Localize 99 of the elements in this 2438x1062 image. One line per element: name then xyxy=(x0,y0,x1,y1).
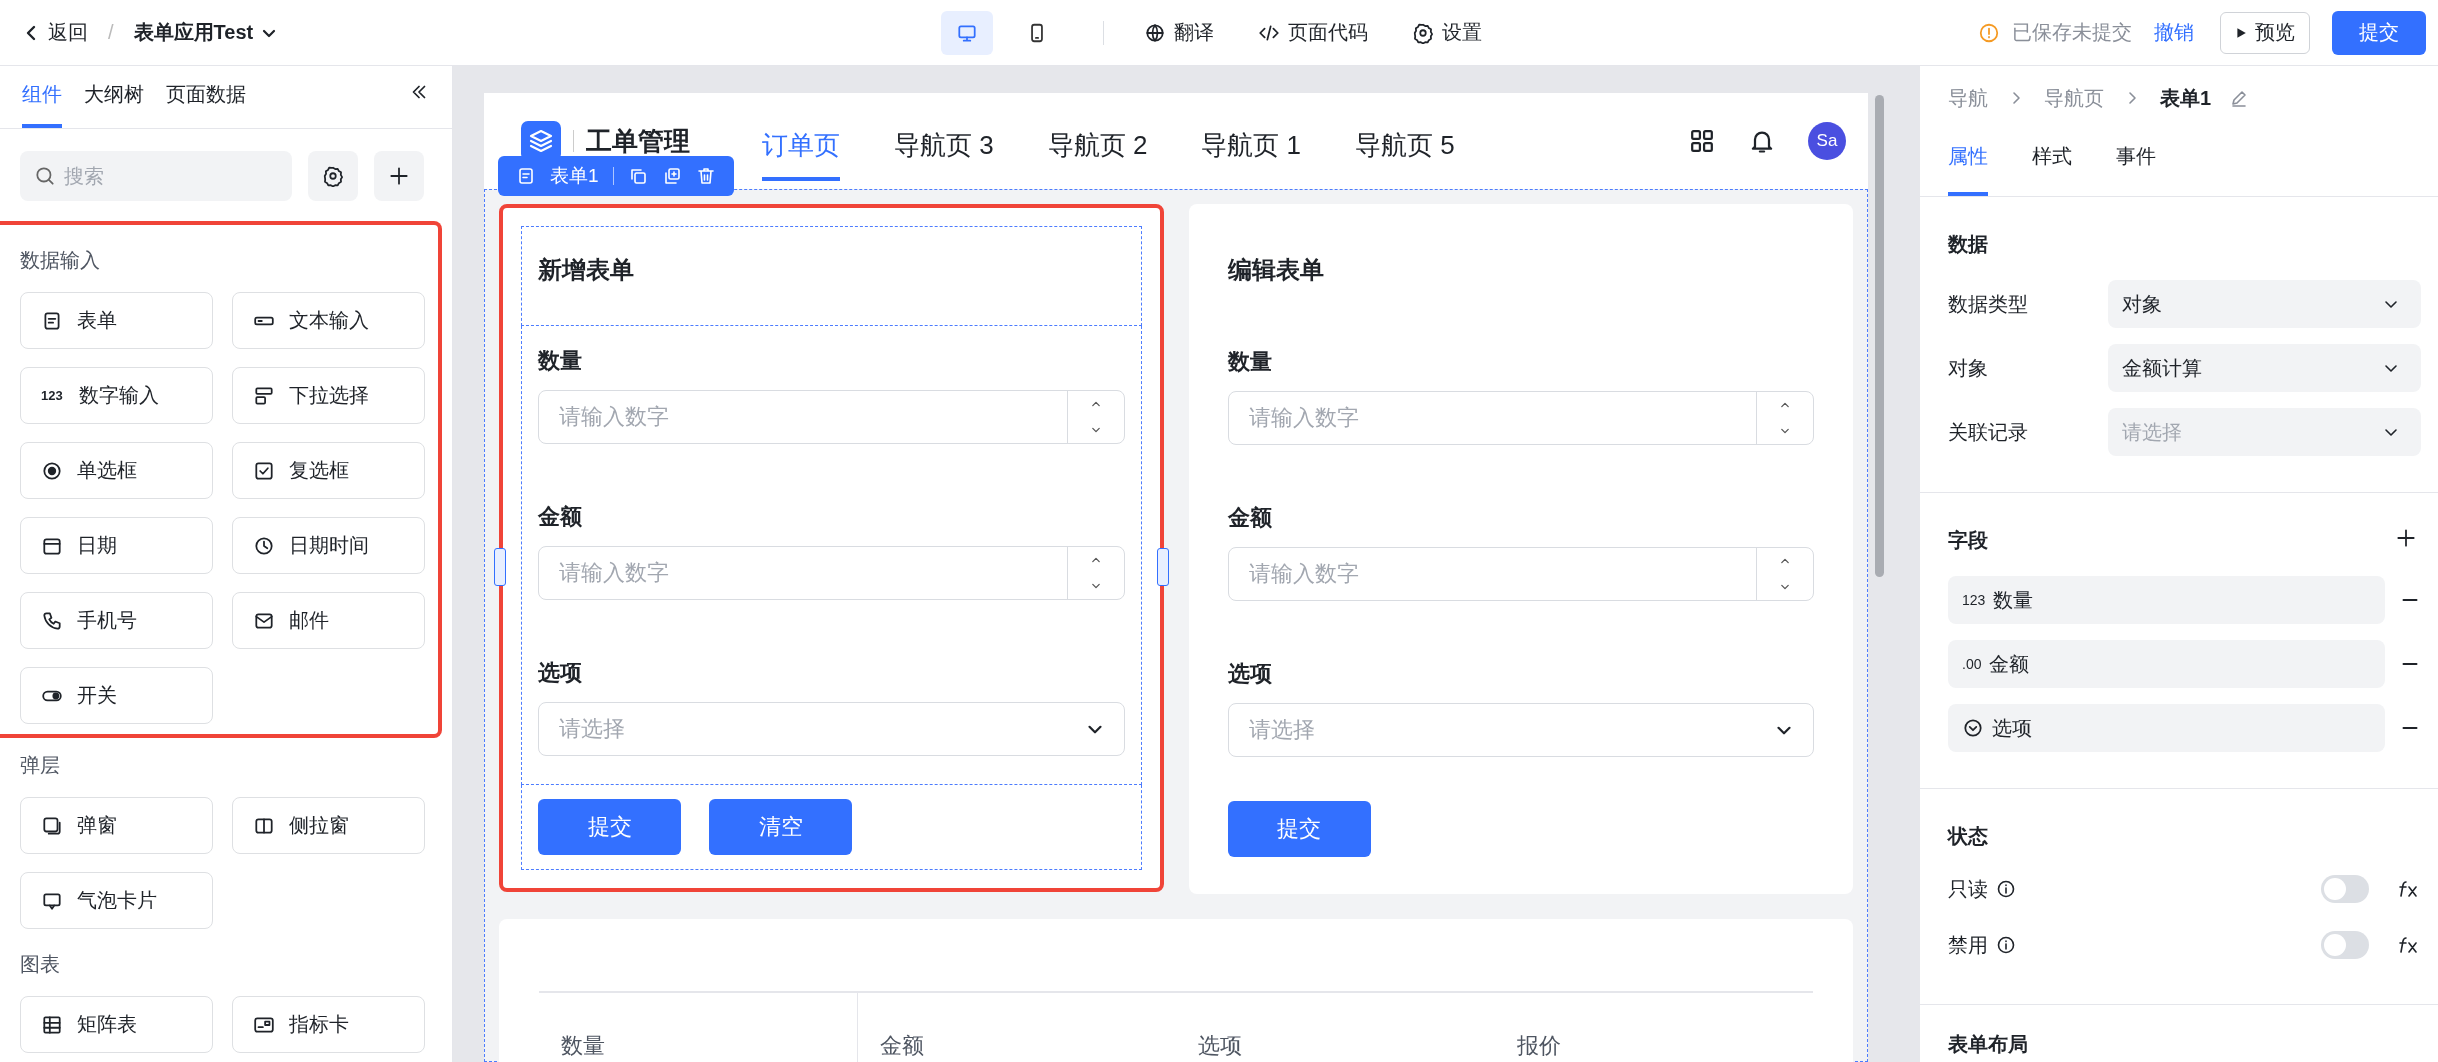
component-item[interactable]: 表单 xyxy=(20,292,213,349)
grid-icon[interactable] xyxy=(1688,127,1716,155)
toggle-switch[interactable] xyxy=(2321,875,2369,903)
field-label: 数量 xyxy=(538,347,583,375)
phone-icon xyxy=(41,609,63,632)
section-title: 字段 xyxy=(1948,528,1988,553)
translate-button[interactable]: 翻译 xyxy=(1143,19,1214,46)
panel-tab[interactable]: 组件 xyxy=(22,81,62,128)
column-header: 金额 xyxy=(878,1032,925,1060)
field-label: 选项 xyxy=(1227,660,1273,688)
field-label: 选项 xyxy=(538,659,583,687)
settings-icon xyxy=(1411,21,1434,44)
column-header: 数量 xyxy=(539,993,858,1062)
property-select[interactable]: 对象 xyxy=(2108,280,2421,328)
breadcrumb-item: 表单1 xyxy=(2160,85,2212,111)
component-item[interactable]: 矩阵表 xyxy=(20,996,213,1053)
avatar[interactable]: Sa xyxy=(1808,122,1846,160)
form-button[interactable]: 提交 xyxy=(1227,801,1371,857)
play-icon xyxy=(2235,26,2247,39)
settings-icon xyxy=(322,165,344,187)
nav-tab[interactable]: 导航页 1 xyxy=(1201,101,1302,181)
property-tab[interactable]: 事件 xyxy=(2116,143,2156,196)
settings-button[interactable] xyxy=(308,151,358,201)
panel-tab[interactable]: 页面数据 xyxy=(166,81,246,128)
app-title-dropdown[interactable]: 表单应用Test xyxy=(133,19,280,46)
section-title: 状态 xyxy=(1948,824,1989,849)
component-item[interactable]: 弹窗 xyxy=(20,797,213,854)
panel-tab[interactable]: 大纲树 xyxy=(84,81,144,128)
undo-link[interactable]: 撤销 xyxy=(2154,19,2194,46)
add-button[interactable] xyxy=(374,151,424,201)
component-item[interactable]: 邮件 xyxy=(232,592,425,649)
component-item[interactable]: 侧拉窗 xyxy=(232,797,425,854)
field-label: 金额 xyxy=(1227,504,1273,532)
property-label: 对象 xyxy=(1948,355,1989,381)
settings-button[interactable]: 设置 xyxy=(1411,19,1482,46)
info-icon xyxy=(1996,879,2016,899)
submit-button[interactable]: 提交 xyxy=(2332,10,2426,55)
section-title: 数据 xyxy=(1948,232,1989,257)
section-title: 表单布局 xyxy=(1948,1032,2029,1057)
resize-handle[interactable] xyxy=(1156,548,1169,586)
property-label: 关联记录 xyxy=(1948,419,2029,445)
column-header: 报价 xyxy=(1515,1032,1562,1060)
save-status: 已保存未提交 xyxy=(2012,20,2132,45)
delete-icon[interactable] xyxy=(695,166,716,186)
info-icon xyxy=(1996,935,2016,955)
group-title: 图表 xyxy=(20,952,61,977)
document-icon xyxy=(516,166,536,186)
preview-button[interactable]: 预览 xyxy=(2220,11,2310,54)
add-icon[interactable] xyxy=(2395,527,2417,549)
property-label: 数据类型 xyxy=(1948,291,2029,317)
component-item[interactable]: 气泡卡片 xyxy=(20,872,213,929)
field-item[interactable]: .00 金额 xyxy=(1948,640,2385,688)
search-icon xyxy=(34,165,56,187)
component-item[interactable]: 单选框 xyxy=(20,442,213,499)
checkbox-icon xyxy=(253,459,275,482)
resize-handle[interactable] xyxy=(494,548,506,586)
component-item[interactable]: 123 数字输入 xyxy=(20,367,213,424)
field-label: 金额 xyxy=(538,503,583,531)
form-title: 编辑表单 xyxy=(1227,255,1324,285)
group-title: 弹层 xyxy=(20,753,61,778)
toggle-switch[interactable] xyxy=(2321,931,2369,959)
toggle-label: 只读 xyxy=(1948,876,1988,902)
nav-tab[interactable]: 导航页 3 xyxy=(894,101,994,181)
column-header: 选项 xyxy=(1197,1032,1243,1060)
field-item[interactable]: 123 数量 xyxy=(1948,576,2385,624)
property-select[interactable]: 金额计算 xyxy=(2108,344,2421,392)
scrollbar[interactable] xyxy=(1875,95,1884,577)
form-title: 新增表单 xyxy=(538,255,634,285)
chevron-circle-icon xyxy=(1962,717,1984,739)
property-tab[interactable]: 样式 xyxy=(2032,143,2072,196)
nav-tab[interactable]: 导航页 2 xyxy=(1047,101,1148,181)
nav-tab[interactable]: 导航页 5 xyxy=(1355,101,1455,181)
nav-tab[interactable]: 订单页 xyxy=(762,101,840,181)
window-icon xyxy=(41,814,63,837)
plus-icon xyxy=(388,165,410,187)
field-label: 数量 xyxy=(1227,348,1273,376)
component-item[interactable]: 文本输入 xyxy=(232,292,425,349)
field-item[interactable]: 选项 xyxy=(1948,704,2385,752)
component-item[interactable]: 手机号 xyxy=(20,592,213,649)
property-tab[interactable]: 属性 xyxy=(1948,143,1988,196)
table-icon xyxy=(41,1013,63,1036)
back-link[interactable]: 返回 xyxy=(22,19,88,46)
component-item[interactable]: 下拉选择 xyxy=(232,367,425,424)
form-button[interactable]: 提交 xyxy=(538,799,681,855)
dropdown-icon xyxy=(253,384,275,407)
toggle-label: 禁用 xyxy=(1948,932,1988,958)
breadcrumb-separator: / xyxy=(108,21,114,44)
form-button[interactable]: 清空 xyxy=(709,799,852,855)
app-title: 工单管理 xyxy=(586,124,690,158)
component-item[interactable]: 指标卡 xyxy=(232,996,425,1053)
warning-icon xyxy=(1978,21,2000,44)
code-button[interactable]: 页面代码 xyxy=(1257,19,1368,46)
component-item[interactable]: 开关 xyxy=(20,667,213,724)
component-item[interactable]: 日期时间 xyxy=(232,517,425,574)
group-title: 数据输入 xyxy=(20,248,101,273)
component-item[interactable]: 复选框 xyxy=(232,442,425,499)
component-item[interactable]: 日期 xyxy=(20,517,213,574)
desktop-view-button[interactable] xyxy=(940,10,993,55)
selection-label: 表单1 xyxy=(550,164,599,188)
